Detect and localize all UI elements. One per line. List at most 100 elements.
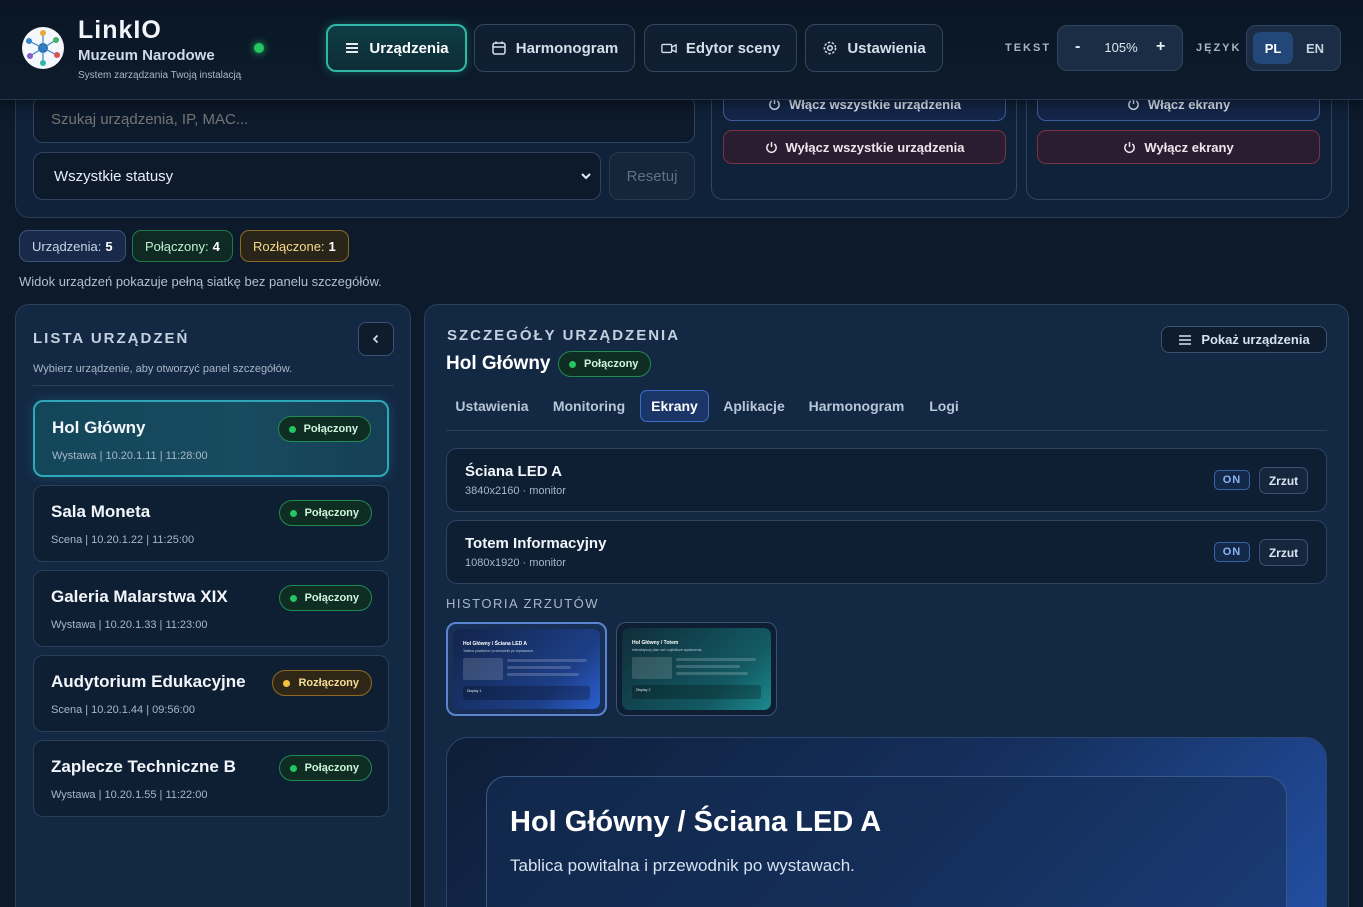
status-dot-icon (288, 425, 296, 433)
power-off-screens-label: Wyłącz ekrany (1144, 139, 1234, 155)
screenshot-button[interactable]: Zrzut (1259, 467, 1308, 494)
power-icon (765, 141, 777, 153)
zoom-in-button[interactable]: + (1156, 38, 1165, 56)
screen-meta: 1080x1920 · monitor (465, 557, 566, 569)
thumbnail-image-placeholder (632, 657, 672, 679)
preview-subtitle: Tablica powitalna i przewodnik po wystaw… (510, 856, 855, 875)
thumbnail-line (676, 665, 740, 668)
device-list-title: LISTA URZĄDZEŃ (33, 330, 190, 347)
language-switch: PL EN (1246, 25, 1341, 71)
tab-schedule[interactable]: Harmonogram (803, 390, 910, 422)
badge-connected-count: 4 (212, 238, 220, 254)
tab-apps[interactable]: Aplikacje (718, 390, 790, 422)
device-card-sala-moneta[interactable]: Sala Moneta Scena | 10.20.1.22 | 11:25:0… (33, 485, 389, 562)
screen-name: Totem Informacyjny (465, 535, 607, 552)
device-card-hol-glowny[interactable]: Hol Główny Wystawa | 10.20.1.11 | 11:28:… (33, 400, 389, 477)
device-card-galeria-malarstwa[interactable]: Galeria Malarstwa XIX Wystawa | 10.20.1.… (33, 570, 389, 647)
badge-disconnected[interactable]: Rozłączone: 1 (240, 230, 349, 262)
text-size-control: - 105% + (1057, 25, 1183, 71)
device-meta: Scena | 10.20.1.22 | 11:25:00 (51, 534, 195, 546)
status-dot-icon (289, 509, 297, 517)
badge-all-devices[interactable]: Urządzenia: 5 (19, 230, 126, 262)
screenshot-button[interactable]: Zrzut (1259, 539, 1308, 566)
device-name: Hol Główny (52, 418, 146, 437)
status-badge: Połączony (277, 416, 371, 442)
thumbnail-line (507, 659, 587, 662)
app-name: LinkIO (78, 16, 162, 44)
thumbnail-footer: Display 1 (463, 686, 590, 700)
app-tagline: System zarządzania Twoją instalacją (78, 70, 242, 81)
status-dot-icon (283, 679, 291, 687)
menu-icon (1179, 334, 1192, 345)
organization-name: Muzeum Narodowe (78, 47, 215, 64)
badge-all-label: Urządzenia: (32, 238, 102, 254)
status-label: Połączony (303, 423, 358, 435)
thumbnail-footer: Display 2 (632, 685, 761, 699)
device-meta: Wystawa | 10.20.1.11 | 11:28:00 (52, 450, 208, 462)
screen-name: Ściana LED A (465, 463, 562, 480)
thumbnail-footer-label: Display 1 (467, 689, 482, 693)
badge-disconnected-count: 1 (328, 238, 336, 254)
device-name: Sala Moneta (51, 502, 151, 521)
details-status-badge: Połączony (558, 351, 652, 377)
badge-disconnected-label: Rozłączone: (253, 238, 325, 254)
device-list-subtitle: Wybierz urządzenie, aby otworzyć panel s… (33, 363, 293, 375)
thumbnail-line (507, 673, 579, 676)
thumbnail-preview: Hol Główny / Ściana LED A Tablica powita… (453, 629, 600, 709)
badge-connected[interactable]: Połączony: 4 (132, 230, 233, 262)
power-off-screens-button[interactable]: Wyłącz ekrany (1037, 130, 1320, 164)
online-status-icon (254, 43, 264, 53)
screen-meta: 3840x2160 · monitor (465, 485, 566, 497)
device-meta: Wystawa | 10.20.1.55 | 11:22:00 (51, 789, 208, 801)
tab-settings[interactable]: Ustawienia (449, 390, 535, 422)
status-label: Rozłączony (298, 677, 359, 689)
show-devices-label: Pokaż urządzenia (1201, 332, 1310, 347)
lang-pl-button[interactable]: PL (1253, 32, 1293, 64)
divider (446, 430, 1327, 431)
nav-scene-editor[interactable]: Edytor sceny (644, 24, 797, 72)
screen-card-led-a: Ściana LED A 3840x2160 · monitor ON Zrzu… (446, 448, 1327, 512)
status-dot-icon (289, 594, 297, 602)
device-card-zaplecze[interactable]: Zaplecze Techniczne B Wystawa | 10.20.1.… (33, 740, 389, 817)
power-icon (1124, 141, 1136, 153)
nav-schedule-label: Harmonogram (515, 39, 619, 57)
badge-connected-label: Połączony: (145, 238, 209, 254)
status-badge: Rozłączony (272, 670, 372, 696)
screenshot-history-title: HISTORIA ZRZUTÓW (446, 596, 600, 611)
status-label: Połączony (304, 762, 359, 774)
power-off-all-devices-button[interactable]: Wyłącz wszystkie urządzenia (723, 130, 1006, 164)
collapse-list-button[interactable] (358, 322, 394, 356)
reset-button[interactable]: Resetuj (609, 152, 695, 200)
search-input[interactable] (33, 96, 695, 143)
nav-devices-label: Urządzenia (369, 39, 449, 57)
nav-settings[interactable]: Ustawienia (805, 24, 943, 72)
screen-on-toggle[interactable]: ON (1214, 470, 1250, 490)
details-status-label: Połączony (584, 358, 639, 370)
text-size-label: TEKST (1005, 42, 1052, 54)
thumbnail-line (507, 666, 571, 669)
status-select[interactable]: Wszystkie statusy (33, 152, 601, 200)
lang-en-button[interactable]: EN (1295, 32, 1335, 64)
menu-icon (346, 43, 359, 53)
device-name: Zaplecze Techniczne B (51, 757, 236, 776)
screenshot-thumbnail-2[interactable]: Hol Główny / Totem Interaktywny plan sal… (616, 622, 777, 716)
divider (33, 385, 394, 386)
show-devices-button[interactable]: Pokaż urządzenia (1161, 326, 1327, 353)
tab-screens[interactable]: Ekrany (640, 390, 709, 422)
language-label: JĘZYK (1196, 42, 1242, 54)
device-meta: Wystawa | 10.20.1.33 | 11:23:00 (51, 619, 208, 631)
nav-devices[interactable]: Urządzenia (326, 24, 467, 72)
thumbnail-subtitle: Tablica powitalna i przewodnik po wystaw… (463, 649, 535, 653)
details-device-name: Hol Główny (446, 353, 551, 374)
device-name: Galeria Malarstwa XIX (51, 587, 228, 606)
screenshot-thumbnail-1[interactable]: Hol Główny / Ściana LED A Tablica powita… (446, 622, 607, 716)
nav-schedule[interactable]: Harmonogram (474, 24, 635, 72)
thumbnail-line (676, 658, 756, 661)
camera-icon (661, 43, 677, 54)
status-label: Połączony (304, 507, 359, 519)
tab-logs[interactable]: Logi (922, 390, 966, 422)
device-card-audytorium[interactable]: Audytorium Edukacyjne Scena | 10.20.1.44… (33, 655, 389, 732)
thumbnail-title: Hol Główny / Ściana LED A (463, 641, 527, 647)
screen-on-toggle[interactable]: ON (1214, 542, 1250, 562)
tab-monitoring[interactable]: Monitoring (547, 390, 631, 422)
